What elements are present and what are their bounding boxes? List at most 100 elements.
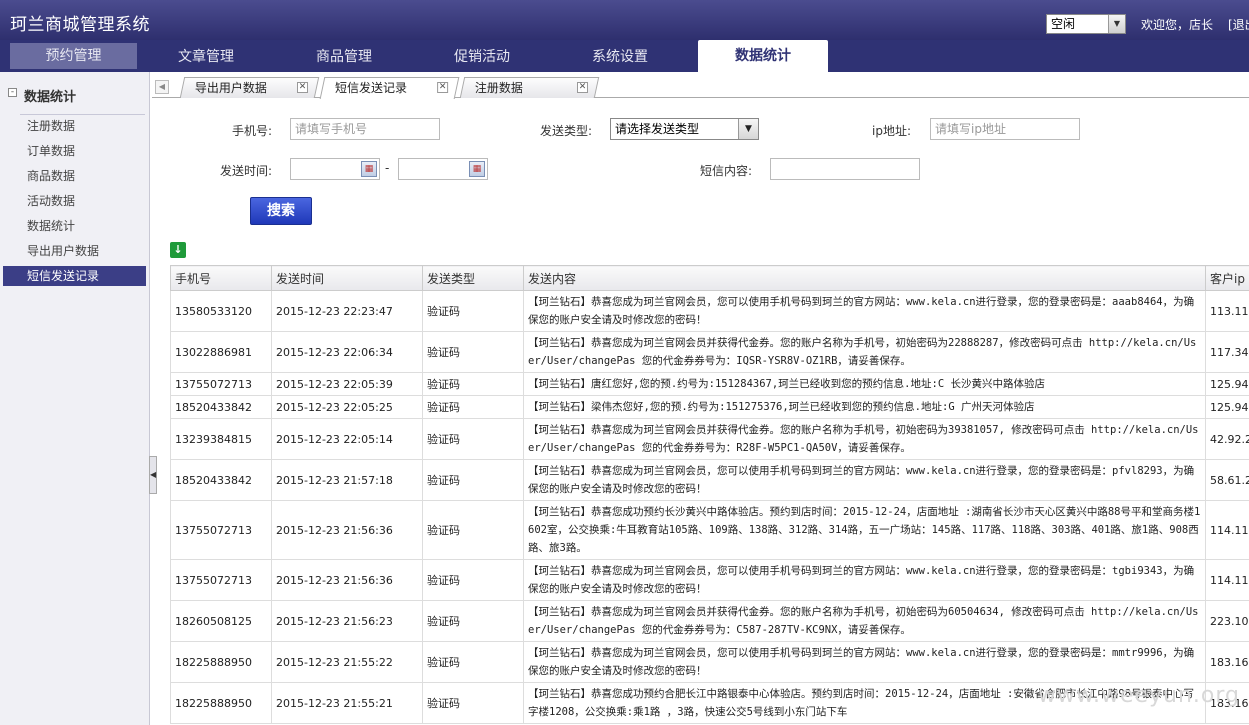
sidebar-item-activity-data[interactable]: 活动数据 bbox=[3, 191, 146, 211]
cell-client-ip: 223.106 bbox=[1205, 600, 1249, 642]
nav-tab-reservations[interactable]: 预约管理 bbox=[10, 43, 137, 69]
table-row[interactable]: 13580533120 2015-12-23 22:23:47 验证码 【珂兰钻石】恭… bbox=[170, 290, 1249, 332]
close-icon[interactable]: ✕ bbox=[437, 82, 449, 93]
status-select[interactable]: 空闲 ▼ bbox=[1046, 14, 1126, 34]
nav-tab-settings[interactable]: 系统设置 bbox=[566, 42, 674, 72]
start-date-input[interactable]: ▦ bbox=[290, 158, 380, 180]
sidebar-item-product-data[interactable]: 商品数据 bbox=[3, 166, 146, 186]
sidebar: - 数据统计 注册数据 订单数据 商品数据 活动数据 数据统计 导出用户数据 短… bbox=[0, 72, 150, 725]
column-header-client-ip[interactable]: 客户ip bbox=[1205, 265, 1249, 291]
cell-client-ip: 114.119 bbox=[1205, 500, 1249, 560]
sidebar-item-export-users[interactable]: 导出用户数据 bbox=[3, 241, 146, 261]
cell-send-type: 验证码 bbox=[422, 641, 524, 683]
nav-tab-statistics[interactable]: 数据统计 bbox=[698, 40, 828, 72]
send-type-select[interactable]: 请选择发送类型 ▼ bbox=[610, 118, 759, 140]
cell-content: 【珂兰钻石】恭喜您成为珂兰官网会员，您可以使用手机号码到珂兰的官方网站：www.… bbox=[523, 290, 1206, 332]
sidebar-header[interactable]: - 数据统计 bbox=[0, 82, 150, 115]
cell-send-type: 验证码 bbox=[422, 682, 524, 724]
sidebar-item-data-statistics[interactable]: 数据统计 bbox=[3, 216, 146, 236]
send-type-label: 发送类型: bbox=[540, 124, 593, 138]
table-row[interactable]: 13755072713 2015-12-23 21:56:36 验证码 【珂兰钻石】恭… bbox=[170, 500, 1249, 560]
cell-content: 【珂兰钻石】梁伟杰您好,您的预.约号为:151275376,珂兰已经收到您的预约… bbox=[523, 395, 1206, 419]
page-tab-export-users[interactable]: 导出用户数据 ✕ bbox=[179, 77, 320, 98]
cell-client-ip: 117.34. bbox=[1205, 331, 1249, 373]
cell-send-type: 验证码 bbox=[422, 395, 524, 419]
cell-send-type: 验证码 bbox=[422, 459, 524, 501]
cell-client-ip: 125.94. bbox=[1205, 395, 1249, 419]
cell-phone: 18260508125 bbox=[170, 600, 272, 642]
page-tab-label: 注册数据 bbox=[474, 81, 523, 95]
phone-input[interactable]: 请填写手机号 bbox=[290, 118, 440, 140]
column-header-phone[interactable]: 手机号 bbox=[170, 265, 272, 291]
sms-content-label: 短信内容: bbox=[700, 164, 753, 178]
cell-content: 【珂兰钻石】恭喜您成为珂兰官网会员，您可以使用手机号码到珂兰的官方网站：www.… bbox=[523, 459, 1206, 501]
table-row[interactable]: 13755072713 2015-12-23 21:56:36 验证码 【珂兰钻石】恭… bbox=[170, 559, 1249, 601]
table-row[interactable]: 13239384815 2015-12-23 22:05:14 验证码 【珂兰钻石】恭… bbox=[170, 418, 1249, 460]
nav-tab-promotions[interactable]: 促销活动 bbox=[428, 42, 536, 72]
ip-input[interactable]: 请填写ip地址 bbox=[930, 118, 1080, 140]
chevron-down-icon: ▼ bbox=[1108, 15, 1125, 33]
cell-phone: 13755072713 bbox=[170, 559, 272, 601]
page-tab-register-data[interactable]: 注册数据 ✕ bbox=[459, 77, 600, 98]
table-row[interactable]: 18260508125 2015-12-23 21:56:23 验证码 【珂兰钻石】恭… bbox=[170, 600, 1249, 642]
sms-records-table: 手机号 发送时间 发送类型 发送内容 客户ip 13580533120 2015-… bbox=[170, 265, 1249, 725]
column-header-content[interactable]: 发送内容 bbox=[523, 265, 1206, 291]
cell-content: 【珂兰钻石】恭喜您成为珂兰官网会员，您可以使用手机号码到珂兰的官方网站：www.… bbox=[523, 559, 1206, 601]
sidebar-item-order-data[interactable]: 订单数据 bbox=[3, 141, 146, 161]
cell-content: 【珂兰钻石】恭喜您成为珂兰官网会员并获得代金券。您的账户名称为手机号，初始密码为… bbox=[523, 418, 1206, 460]
collapse-minus-icon[interactable]: - bbox=[8, 88, 17, 97]
sidebar-item-register-data[interactable]: 注册数据 bbox=[3, 116, 146, 136]
calendar-icon[interactable]: ▦ bbox=[361, 161, 377, 177]
search-button[interactable]: 搜索 bbox=[250, 197, 312, 225]
cell-send-type: 验证码 bbox=[422, 290, 524, 332]
close-icon[interactable]: ✕ bbox=[297, 82, 308, 93]
cell-send-time: 2015-12-23 21:56:23 bbox=[271, 600, 423, 642]
sidebar-title: 数据统计 bbox=[24, 90, 77, 105]
page-tab-label: 短信发送记录 bbox=[335, 81, 408, 95]
sidebar-item-sms-records[interactable]: 短信发送记录 bbox=[3, 266, 146, 286]
download-icon[interactable]: ↓ bbox=[170, 242, 186, 258]
cell-send-time: 2015-12-23 21:56:36 bbox=[271, 500, 423, 560]
cell-phone: 13022886981 bbox=[170, 331, 272, 373]
phone-label: 手机号: bbox=[232, 124, 273, 138]
cell-phone: 18520433842 bbox=[170, 459, 272, 501]
header-bar: 珂兰商城管理系统 空闲 ▼ 欢迎您，店长 [退出 bbox=[0, 0, 1249, 40]
table-row[interactable]: 13755072713 2015-12-23 22:05:39 验证码 【珂兰钻石】唐… bbox=[170, 372, 1249, 396]
end-date-input[interactable]: ▦ bbox=[398, 158, 488, 180]
chevron-down-icon: ▼ bbox=[738, 119, 758, 139]
phone-placeholder: 请填写手机号 bbox=[295, 122, 368, 136]
main-nav: 预约管理 文章管理 商品管理 促销活动 系统设置 数据统计 bbox=[0, 40, 1249, 72]
table-row[interactable]: 13022886981 2015-12-23 22:06:34 验证码 【珂兰钻石】恭… bbox=[170, 331, 1249, 373]
nav-tab-articles[interactable]: 文章管理 bbox=[152, 42, 260, 72]
page-tab-label: 导出用户数据 bbox=[194, 81, 267, 95]
cell-content: 【珂兰钻石】恭喜您成功预约长沙黄兴中路体验店。预约到店时间：2015-12-24… bbox=[523, 500, 1206, 560]
cell-client-ip: 42.92.2 bbox=[1205, 418, 1249, 460]
cell-send-time: 2015-12-23 21:56:36 bbox=[271, 559, 423, 601]
send-time-label: 发送时间: bbox=[220, 164, 273, 178]
table-body: 13580533120 2015-12-23 22:23:47 验证码 【珂兰钻石】恭… bbox=[170, 290, 1249, 724]
nav-tab-products[interactable]: 商品管理 bbox=[290, 42, 398, 72]
cell-phone: 13580533120 bbox=[170, 290, 272, 332]
cell-send-time: 2015-12-23 22:05:25 bbox=[271, 395, 423, 419]
cell-send-time: 2015-12-23 22:06:34 bbox=[271, 331, 423, 373]
logout-link[interactable]: [退出 bbox=[1228, 16, 1249, 33]
table-row[interactable]: 18520433842 2015-12-23 22:05:25 验证码 【珂兰钻石】梁… bbox=[170, 395, 1249, 419]
table-row[interactable]: 18520433842 2015-12-23 21:57:18 验证码 【珂兰钻石】恭… bbox=[170, 459, 1249, 501]
page-tab-sms-records[interactable]: 短信发送记录 ✕ bbox=[319, 77, 460, 99]
close-icon[interactable]: ✕ bbox=[577, 82, 588, 93]
table-row[interactable]: 18225888950 2015-12-23 21:55:22 验证码 【珂兰钻石】恭… bbox=[170, 641, 1249, 683]
sidebar-collapse-handle[interactable]: ◀ bbox=[149, 456, 157, 494]
tab-scroll-left-icon[interactable]: ◀ bbox=[155, 80, 169, 94]
cell-client-ip: 183.160 bbox=[1205, 641, 1249, 683]
cell-send-type: 验证码 bbox=[422, 559, 524, 601]
calendar-icon[interactable]: ▦ bbox=[469, 161, 485, 177]
cell-content: 【珂兰钻石】唐红您好,您的预.约号为:151284367,珂兰已经收到您的预约信… bbox=[523, 372, 1206, 396]
column-header-send-type[interactable]: 发送类型 bbox=[422, 265, 524, 291]
cell-client-ip: 58.61.2 bbox=[1205, 459, 1249, 501]
cell-send-type: 验证码 bbox=[422, 418, 524, 460]
cell-phone: 13239384815 bbox=[170, 418, 272, 460]
cell-content: 【珂兰钻石】恭喜您成为珂兰官网会员并获得代金券。您的账户名称为手机号，初始密码为… bbox=[523, 331, 1206, 373]
cell-client-ip: 125.94. bbox=[1205, 372, 1249, 396]
sms-content-input[interactable] bbox=[770, 158, 920, 180]
column-header-send-time[interactable]: 发送时间 bbox=[271, 265, 423, 291]
